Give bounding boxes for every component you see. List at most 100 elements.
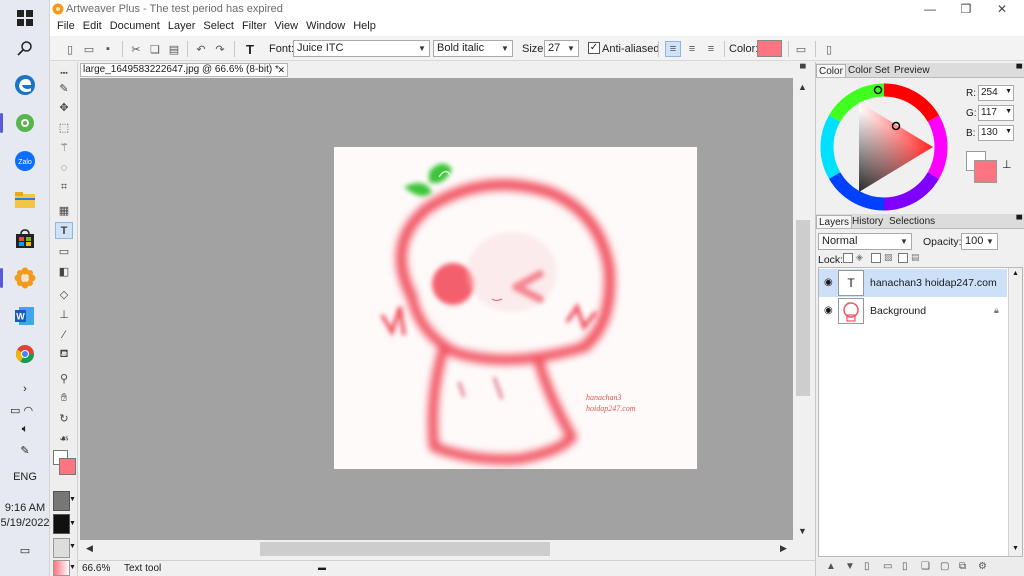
eye-icon[interactable]: ◉	[824, 305, 833, 316]
align-center-icon[interactable]: ≡	[684, 41, 700, 57]
red-input[interactable]: 254 ▼	[978, 85, 1014, 101]
perspective-tool-icon[interactable]: ▦	[55, 202, 73, 219]
anti-aliased-checkbox[interactable]: ✓	[588, 42, 600, 54]
layers-scrollbar[interactable]: ▲ ▼	[1008, 268, 1022, 556]
crop-tool-icon[interactable]: ⌗	[55, 179, 73, 196]
text-color-swatch[interactable]	[757, 40, 782, 57]
hand-tool-icon[interactable]: ✋︎	[55, 390, 73, 407]
horizontal-scrollbar[interactable]: ◀ ▶	[80, 540, 793, 558]
chevron-down-icon[interactable]: ▼	[69, 543, 76, 550]
eraser-tool-icon[interactable]: ◇	[55, 286, 73, 303]
coccoc-browser-icon[interactable]	[0, 109, 39, 137]
font-size-select[interactable]: 27 ▼	[544, 40, 579, 57]
close-button[interactable]: ✕	[984, 0, 1020, 18]
text-tool-icon[interactable]: T	[55, 222, 73, 239]
document-tab[interactable]: large_1649583222647.jpg @ 66.6% (8-bit) …	[80, 63, 288, 77]
merge-layer-icon[interactable]: ⧉	[959, 561, 966, 572]
gradient-tool-icon[interactable]: ◧	[55, 263, 73, 280]
layer-row[interactable]: ◉ Background 🔒︎	[819, 297, 1007, 325]
scroll-up-icon[interactable]: ▲	[1012, 270, 1019, 277]
align-left-icon[interactable]: ≡	[665, 41, 681, 57]
scroll-down-icon[interactable]: ▼	[798, 526, 807, 536]
brush-preset-swatch[interactable]	[53, 514, 70, 534]
layer-effects-icon[interactable]: ⚙	[978, 561, 987, 572]
rectangle-select-tool-icon[interactable]: ⬚	[55, 119, 73, 136]
wifi-icon[interactable]: ◠	[23, 405, 33, 417]
green-input[interactable]: 117 ▼	[978, 105, 1014, 121]
menu-select[interactable]: Select	[199, 18, 238, 36]
menu-view[interactable]: View	[270, 18, 302, 36]
blue-input[interactable]: 130 ▼	[978, 125, 1014, 141]
opacity-input[interactable]: 100 ▼	[961, 233, 998, 250]
brush-tool-icon[interactable]: ✎	[55, 80, 73, 97]
menu-filter[interactable]: Filter	[238, 18, 270, 36]
chevron-up-icon[interactable]: ›	[0, 383, 50, 395]
clock-date[interactable]: 5/19/2022	[0, 517, 50, 529]
menu-layer[interactable]: Layer	[164, 18, 200, 36]
character-palette-icon[interactable]: ▯	[821, 41, 837, 57]
chevron-down-icon[interactable]: ▼	[69, 520, 76, 527]
foreground-color-swatch[interactable]	[59, 458, 76, 475]
eye-icon[interactable]: ◉	[824, 277, 833, 288]
open-document-icon[interactable]: ▭	[81, 41, 97, 57]
copy-icon[interactable]: ❏	[147, 41, 163, 57]
maximize-button[interactable]: ❐	[948, 0, 984, 18]
vertical-scrollbar[interactable]: ▲ ▼	[793, 78, 813, 540]
minimize-button[interactable]: —	[912, 0, 948, 18]
lasso-tool-icon[interactable]: ◌	[55, 159, 73, 176]
paint-bucket-tool-icon[interactable]: ⛾	[55, 346, 73, 363]
zalo-icon[interactable]: Zalo	[11, 147, 39, 175]
stamp-icon[interactable]: ⊥	[1002, 158, 1012, 171]
microsoft-store-icon[interactable]	[11, 225, 39, 253]
lock-pixels-checkbox[interactable]	[871, 253, 881, 263]
file-explorer-icon[interactable]	[11, 186, 39, 214]
tab-layers[interactable]: Layers	[816, 215, 853, 228]
move-layer-up-icon[interactable]: ▲	[826, 561, 836, 572]
tab-preview[interactable]: Preview	[892, 64, 932, 77]
panel-menu-icon[interactable]: ▀	[1016, 64, 1022, 73]
new-layer-icon[interactable]: ▯	[864, 561, 870, 572]
volume-icon[interactable]: 🔈︎	[0, 423, 50, 436]
menu-window[interactable]: Window	[302, 18, 349, 36]
menu-help[interactable]: Help	[349, 18, 380, 36]
lock-position-checkbox[interactable]	[898, 253, 908, 263]
pattern-swatch[interactable]	[53, 538, 70, 558]
tab-color[interactable]: Color	[816, 64, 846, 77]
scroll-left-icon[interactable]: ◀	[86, 543, 93, 554]
move-tool-icon[interactable]: ✥	[55, 99, 73, 116]
canvas-workspace[interactable]: hanachan3 hoidap247.com	[80, 78, 793, 540]
text-warp-icon[interactable]: ▭	[793, 41, 809, 57]
save-document-icon[interactable]: ▪	[100, 41, 116, 57]
new-document-icon[interactable]: ▯	[62, 41, 78, 57]
scroll-right-icon[interactable]: ▶	[780, 543, 787, 554]
font-family-select[interactable]: Juice ITC ▼	[293, 40, 430, 57]
tab-color-set[interactable]: Color Set	[846, 64, 892, 77]
close-tab-icon[interactable]: ✕	[277, 64, 285, 76]
edge-browser-icon[interactable]	[11, 71, 39, 99]
zoom-tool-icon[interactable]: ⚲	[55, 370, 73, 387]
menu-document[interactable]: Document	[106, 18, 164, 36]
smudge-tool-icon[interactable]: ☙	[55, 430, 73, 447]
align-right-icon[interactable]: ≡	[703, 41, 719, 57]
chevron-down-icon[interactable]: ▼	[69, 564, 76, 571]
delete-layer-icon[interactable]: ▢	[940, 561, 949, 572]
menu-edit[interactable]: Edit	[79, 18, 106, 36]
clock-time[interactable]: 9:16 AM	[0, 502, 50, 514]
magic-wand-tool-icon[interactable]: ⚚	[55, 139, 73, 156]
horizontal-scroll-thumb[interactable]	[260, 542, 550, 556]
notification-icon[interactable]: ▭	[0, 544, 50, 557]
chevron-down-icon[interactable]: ▼	[69, 496, 76, 503]
paper-texture-swatch[interactable]	[53, 491, 70, 511]
language-indicator[interactable]: ENG	[0, 471, 50, 483]
primary-color-swatch[interactable]	[974, 160, 997, 183]
layer-mask-icon[interactable]: ▯	[902, 561, 908, 572]
eyedropper-tool-icon[interactable]: ⁄	[55, 326, 73, 343]
color-wheel[interactable]	[819, 82, 949, 212]
scroll-up-icon[interactable]: ▲	[798, 82, 807, 92]
vertical-scroll-thumb[interactable]	[796, 220, 810, 396]
document-canvas[interactable]: hanachan3 hoidap247.com	[334, 147, 697, 469]
new-group-icon[interactable]: ▭	[883, 561, 892, 572]
redo-icon[interactable]: ↷	[212, 41, 228, 57]
blend-mode-select[interactable]: Normal ▼	[818, 233, 912, 250]
zoom-level[interactable]: 66.6%	[82, 563, 110, 574]
